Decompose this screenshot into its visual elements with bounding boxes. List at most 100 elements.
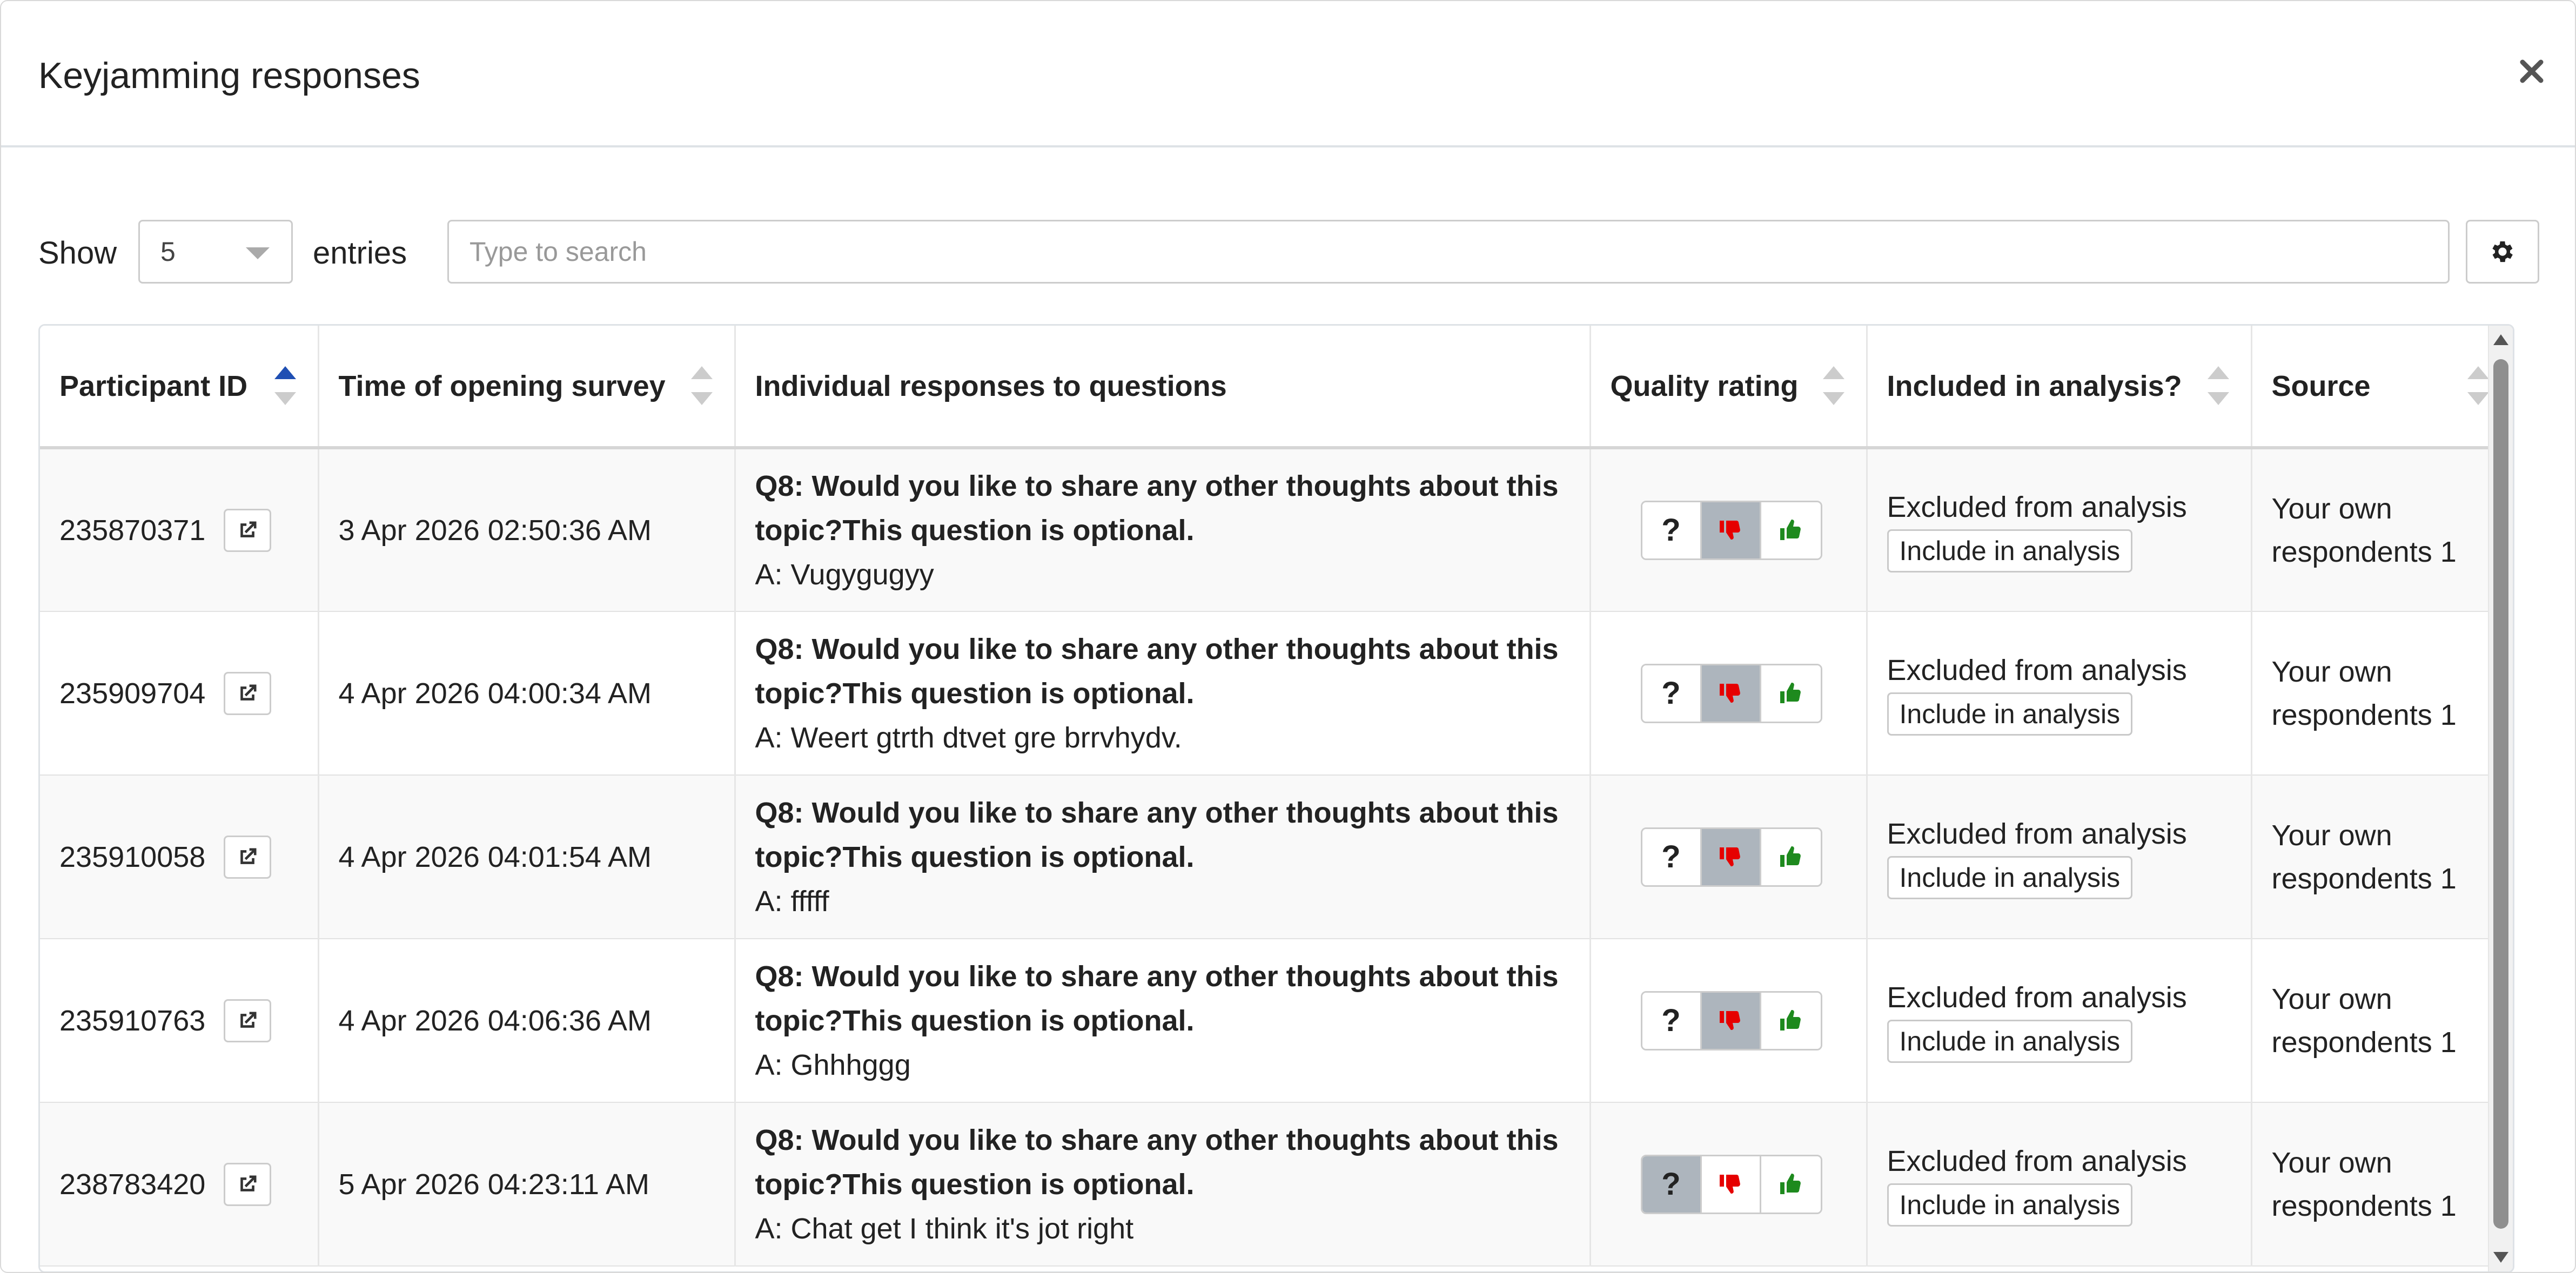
responses-table: Participant ID Time of opening survey In… [40, 326, 2512, 1267]
quality-rating-cell: ? [1590, 775, 1868, 939]
question-mark-label: ? [1661, 839, 1681, 874]
thumbs-down-icon [1720, 1011, 1740, 1030]
column-header-source[interactable]: Source [2251, 326, 2512, 449]
included-cell: Excluded from analysis Include in analys… [1867, 1102, 2252, 1267]
question-text: Q8: Would you like to share any other th… [755, 469, 1559, 547]
close-button[interactable] [2510, 50, 2553, 93]
sort-ascending-icon [274, 366, 296, 409]
external-link-icon [240, 684, 257, 701]
participant-id-cell: 235910763 [40, 939, 319, 1103]
quality-rating-group: ? [1640, 663, 1822, 723]
modal-title: Keyjamming responses [38, 55, 420, 96]
source-cell: Your own respondents 1 [2251, 611, 2512, 776]
rating-unknown-button[interactable]: ? [1642, 502, 1702, 558]
include-in-analysis-button[interactable]: Include in analysis [1887, 1183, 2133, 1227]
external-link-icon [240, 1175, 257, 1191]
external-link-icon [240, 521, 257, 537]
time-cell: 5 Apr 2026 04:23:11 AM [318, 1102, 736, 1267]
response-cell: Q8: Would you like to share any other th… [735, 611, 1591, 776]
close-icon [2520, 59, 2544, 83]
inclusion-status: Excluded from analysis [1887, 817, 2187, 850]
open-participant-button[interactable] [224, 835, 272, 879]
inclusion-status: Excluded from analysis [1887, 981, 2187, 1014]
column-header-included[interactable]: Included in analysis? [1867, 326, 2252, 449]
keyjamming-modal: Keyjamming responses Show 5 entries Type… [0, 0, 2576, 1273]
answer-text: A: Vugygugyy [755, 558, 934, 591]
rating-thumbs-up-button[interactable] [1761, 1156, 1821, 1213]
question-text: Q8: Would you like to share any other th… [755, 796, 1559, 873]
rating-thumbs-up-button[interactable] [1761, 829, 1821, 885]
rating-thumbs-down-button[interactable] [1701, 829, 1761, 885]
source-cell: Your own respondents 1 [2251, 775, 2512, 939]
inclusion-status: Excluded from analysis [1887, 1144, 2187, 1177]
quality-rating-cell: ? [1590, 1102, 1868, 1267]
thumbs-down-icon [1720, 847, 1740, 866]
thumbs-up-icon [1780, 1009, 1801, 1030]
included-cell: Excluded from analysis Include in analys… [1867, 448, 2252, 612]
rating-thumbs-down-button[interactable] [1701, 665, 1761, 722]
quality-rating-cell: ? [1590, 611, 1868, 776]
time-cell: 4 Apr 2026 04:06:36 AM [318, 939, 736, 1103]
response-cell: Q8: Would you like to share any other th… [735, 1102, 1591, 1267]
table-scrollbar[interactable] [2488, 326, 2513, 1271]
source-cell: Your own respondents 1 [2251, 448, 2512, 612]
question-mark-label: ? [1661, 676, 1681, 711]
rating-unknown-button[interactable]: ? [1642, 665, 1702, 722]
include-in-analysis-button[interactable]: Include in analysis [1887, 1019, 2133, 1063]
quality-rating-group: ? [1640, 991, 1822, 1050]
column-header-responses: Individual responses to questions [735, 326, 1591, 449]
search-input[interactable] [447, 220, 2450, 284]
rating-thumbs-up-button[interactable] [1761, 502, 1821, 558]
participant-id: 235910763 [59, 1004, 206, 1037]
column-header-participant-id[interactable]: Participant ID [40, 326, 319, 449]
page-size-select[interactable]: 5 [138, 220, 293, 284]
open-participant-button[interactable] [224, 508, 272, 552]
answer-text: A: Weert gtrth dtvet gre brrvhydv. [755, 721, 1182, 754]
thumbs-up-icon [1780, 519, 1801, 540]
scrollbar-thumb[interactable] [2493, 359, 2508, 1229]
question-text: Q8: Would you like to share any other th… [755, 632, 1559, 710]
participant-id: 238783420 [59, 1168, 206, 1201]
sort-icon [1822, 366, 1844, 409]
column-header-quality-rating[interactable]: Quality rating [1590, 326, 1868, 449]
rating-unknown-button[interactable]: ? [1642, 1156, 1702, 1213]
quality-rating-group: ? [1640, 500, 1822, 560]
sort-icon [2207, 366, 2229, 409]
table-row: 235910058 4 Apr 2026 04:01:54 AM Q8: Wou… [40, 775, 2512, 939]
external-link-icon [240, 848, 257, 864]
response-cell: Q8: Would you like to share any other th… [735, 448, 1591, 612]
scroll-down-icon [2493, 1252, 2508, 1263]
thumbs-down-icon [1720, 683, 1740, 703]
inclusion-status: Excluded from analysis [1887, 654, 2187, 686]
thumbs-down-icon [1720, 520, 1740, 540]
page-size-value: 5 [160, 237, 176, 267]
rating-thumbs-down-button[interactable] [1701, 1156, 1761, 1213]
include-in-analysis-button[interactable]: Include in analysis [1887, 692, 2133, 736]
include-in-analysis-button[interactable]: Include in analysis [1887, 856, 2133, 899]
thumbs-up-icon [1780, 846, 1801, 867]
quality-rating-group: ? [1640, 1154, 1822, 1214]
rating-unknown-button[interactable]: ? [1642, 992, 1702, 1049]
participant-id: 235909704 [59, 677, 206, 710]
included-cell: Excluded from analysis Include in analys… [1867, 775, 2252, 939]
rating-thumbs-up-button[interactable] [1761, 665, 1821, 722]
responses-table-container: Participant ID Time of opening survey In… [38, 324, 2514, 1272]
rating-unknown-button[interactable]: ? [1642, 829, 1702, 885]
time-cell: 4 Apr 2026 04:00:34 AM [318, 611, 736, 776]
question-mark-label: ? [1661, 513, 1681, 548]
settings-button[interactable] [2466, 220, 2539, 284]
rating-thumbs-up-button[interactable] [1761, 992, 1821, 1049]
inclusion-status: Excluded from analysis [1887, 490, 2187, 523]
open-participant-button[interactable] [224, 999, 272, 1042]
question-text: Q8: Would you like to share any other th… [755, 1123, 1559, 1201]
include-in-analysis-button[interactable]: Include in analysis [1887, 529, 2133, 572]
table-row: 235910763 4 Apr 2026 04:06:36 AM Q8: Wou… [40, 939, 2512, 1103]
entries-label: entries [313, 235, 407, 271]
open-participant-button[interactable] [224, 1162, 272, 1206]
open-participant-button[interactable] [224, 671, 272, 715]
included-cell: Excluded from analysis Include in analys… [1867, 939, 2252, 1103]
column-header-time[interactable]: Time of opening survey [318, 326, 736, 449]
rating-thumbs-down-button[interactable] [1701, 502, 1761, 558]
rating-thumbs-down-button[interactable] [1701, 992, 1761, 1049]
participant-id: 235910058 [59, 840, 206, 873]
